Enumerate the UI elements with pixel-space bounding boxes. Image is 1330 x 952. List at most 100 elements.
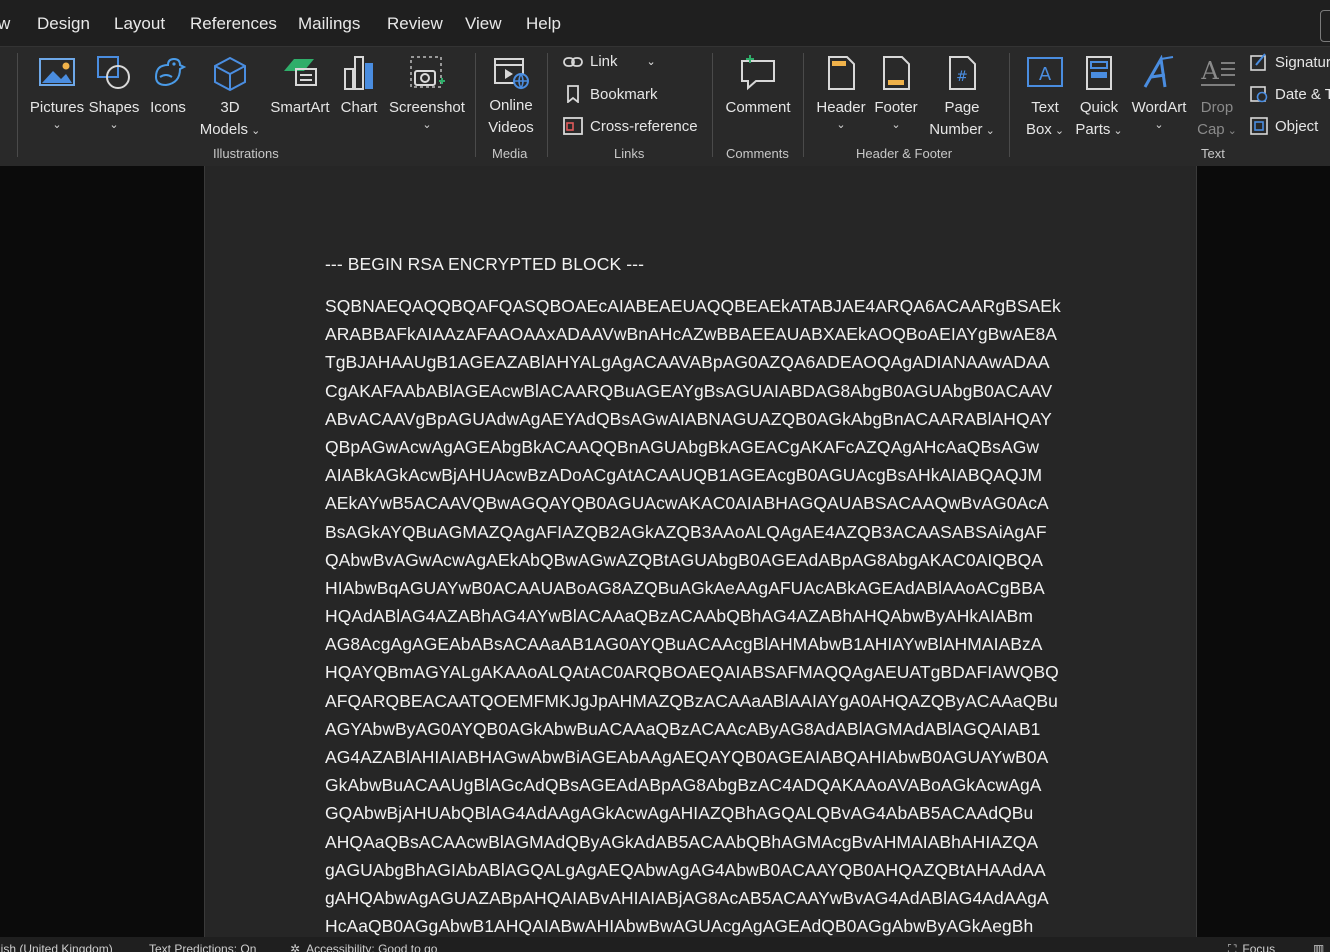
page-number-button[interactable]: # Page Number ⌄	[924, 55, 1000, 141]
chevron-down-icon: ⌄	[891, 119, 901, 131]
online-videos-button[interactable]: Online Videos	[484, 55, 538, 139]
drop-cap-button[interactable]: A Drop Cap ⌄	[1192, 55, 1242, 141]
chevron-down-icon: ⌄	[1113, 125, 1123, 137]
header-button[interactable]: Header ⌄	[812, 55, 870, 131]
tab-layout[interactable]: Layout	[114, 14, 165, 34]
tab-help[interactable]: Help	[526, 14, 561, 34]
ribbon-divider	[17, 53, 18, 157]
object-button[interactable]: Object	[1250, 117, 1318, 135]
drop-cap-line2: Cap ⌄	[1192, 119, 1242, 141]
chevron-down-icon: ⌄	[836, 119, 846, 131]
wordart-button[interactable]: WordArt ⌄	[1128, 55, 1190, 131]
chevron-down-icon: ⌄	[52, 119, 62, 131]
ciphertext-line: HQAdABlAG4AZABhAG4AYwBlACAAaQBzACAAbQBhA…	[325, 606, 1033, 627]
pictures-icon	[39, 58, 75, 86]
ciphertext-line: CgAKAFAAbABlAGEAcwBlACAARQBuAGEAYgBsAGUA…	[325, 380, 1053, 401]
tab-references[interactable]: References	[190, 14, 277, 34]
ciphertext-line: gAGUAbgBhAGIAbABlAGQALgAgAEQAbwAgAG4AbwB…	[325, 859, 1046, 880]
tab-mailings[interactable]: Mailings	[298, 14, 360, 34]
text-box-button[interactable]: A Text Box ⌄	[1018, 55, 1072, 141]
date-time-label: Date & T	[1275, 85, 1330, 103]
svg-text:A: A	[1200, 57, 1219, 85]
drop-cap-icon: A	[1200, 57, 1235, 86]
accessibility-status[interactable]: ✲ Accessibility: Good to go	[290, 942, 437, 952]
chevron-down-icon: ⌄	[422, 119, 432, 131]
wordart-icon	[1143, 55, 1174, 88]
bookmark-button[interactable]: Bookmark	[563, 85, 658, 103]
document-canvas[interactable]: --- BEGIN RSA ENCRYPTED BLOCK --- SQBNAE…	[0, 166, 1330, 937]
screenshot-button[interactable]: Screenshot ⌄	[386, 55, 468, 131]
smartart-button[interactable]: SmartArt	[266, 55, 334, 119]
quick-parts-line1: Quick	[1079, 99, 1119, 116]
object-label: Object	[1275, 117, 1319, 135]
encrypted-block-heading: --- BEGIN RSA ENCRYPTED BLOCK ---	[325, 254, 644, 274]
3d-models-button[interactable]: 3D Models ⌄	[196, 55, 264, 141]
ribbon-divider	[803, 53, 804, 157]
ciphertext-line: AIABkAGkAcwBjAHUAcwBzADoACgAtACAAUQB1AGE…	[325, 465, 1043, 486]
ribbon-divider	[475, 53, 476, 157]
online-video-icon	[494, 58, 529, 90]
online-videos-line1: Online	[489, 97, 533, 114]
icons-button[interactable]: Icons	[143, 55, 193, 119]
text-predictions-status[interactable]: Text Predictions: On	[149, 942, 256, 952]
drop-cap-line1: Drop	[1200, 99, 1234, 116]
wordart-label: WordArt	[1131, 99, 1187, 116]
ciphertext-line: BsAGkAYQBuAGMAZQAgAFIAZQB2AGkAZQB3AAoALQ…	[325, 521, 1047, 542]
footer-button[interactable]: Footer ⌄	[870, 55, 922, 131]
ciphertext-line: HIAbwBqAGUAYwB0ACAAUABoAG8AZQBuAGkAeAAgA…	[325, 577, 1045, 598]
focus-button[interactable]: ⛶ Focus	[1228, 942, 1275, 952]
shapes-label: Shapes	[88, 99, 140, 116]
group-label-media: Media	[492, 146, 528, 161]
accessibility-icon: ✲	[290, 942, 301, 952]
pictures-button[interactable]: Pictures ⌄	[28, 55, 86, 131]
ribbon-divider	[1009, 53, 1010, 157]
header-label: Header	[816, 99, 866, 116]
comment-label: Comment	[725, 99, 791, 116]
ciphertext-line: gAHQAbwAgAGUAZABpAHQAIABvAHIAIABjAG8AcAB…	[325, 887, 1049, 908]
window-corner-button[interactable]	[1320, 10, 1330, 42]
ciphertext-line: ARABBAFkAIAAzAFAAOAAxADAAVwBnAHcAZwBBAEE…	[325, 324, 1058, 345]
quick-parts-button[interactable]: Quick Parts ⌄	[1074, 55, 1124, 141]
chevron-down-icon: ⌄	[109, 119, 119, 131]
signature-line-button[interactable]: Signatur	[1250, 53, 1330, 71]
chart-button[interactable]: Chart	[336, 55, 382, 119]
date-time-button[interactable]: Date & T	[1250, 85, 1330, 103]
cross-reference-button[interactable]: Cross-reference	[563, 117, 698, 135]
comment-button[interactable]: Comment	[722, 55, 794, 119]
text-box-line2: Box ⌄	[1018, 119, 1072, 141]
signature-label: Signatur	[1275, 53, 1330, 71]
tab-view-partial[interactable]: w	[0, 14, 10, 34]
footer-label: Footer	[874, 99, 918, 116]
tab-design[interactable]: Design	[37, 14, 90, 34]
page-number-icon: #	[949, 56, 976, 90]
shapes-button[interactable]: Shapes ⌄	[88, 55, 140, 131]
chevron-down-icon: ⌄	[985, 125, 995, 137]
group-label-illustrations: Illustrations	[213, 146, 279, 161]
chevron-down-icon[interactable]: ⌄	[647, 55, 656, 68]
group-label-text: Text	[1201, 146, 1225, 161]
document-page[interactable]: --- BEGIN RSA ENCRYPTED BLOCK --- SQBNAE…	[204, 166, 1197, 937]
ciphertext-line: GkAbwBuACAAUgBlAGcAdQBsAGEAdABpAG8AbgBzA…	[325, 775, 1042, 796]
3d-models-line2: Models ⌄	[196, 119, 264, 141]
drop-cap-label: Cap	[1197, 121, 1225, 138]
online-videos-line2: Videos	[488, 119, 534, 136]
ciphertext-line: AGYAbwByAG0AYQB0AGkAbwBuACAAaQBzACAAcABy…	[325, 718, 1041, 739]
tab-view[interactable]: View	[465, 14, 502, 34]
3d-models-line1: 3D	[220, 99, 240, 116]
ciphertext-line: AHQAaQBsACAAcwBlAGMAdQByAGkAdAB5ACAAbQBh…	[325, 831, 1039, 852]
tab-review[interactable]: Review	[387, 14, 443, 34]
bird-icon	[154, 57, 187, 87]
status-bar: lish (United Kingdom) Text Predictions: …	[0, 937, 1330, 952]
shapes-icon	[97, 56, 130, 89]
screenshot-label: Screenshot	[389, 99, 465, 116]
language-status[interactable]: lish (United Kingdom)	[0, 942, 113, 952]
bookmark-label: Bookmark	[590, 85, 658, 103]
read-mode-icon[interactable]: ▥	[1313, 942, 1324, 952]
ciphertext-line: TgBJAHAAUgB1AGEAZABlAHYALgAgACAAVABpAG0A…	[325, 352, 1050, 373]
group-label-header-footer: Header & Footer	[856, 146, 953, 161]
link-button[interactable]: Link ⌄	[563, 53, 656, 70]
group-label-links: Links	[614, 146, 645, 161]
text-box-label: Box	[1025, 121, 1052, 138]
ciphertext-line: GQAbwBjAHUAbQBlAG4AdAAgAGkAcwAgAHIAZQBhA…	[325, 803, 1034, 824]
calendar-clock-icon	[1250, 86, 1268, 103]
